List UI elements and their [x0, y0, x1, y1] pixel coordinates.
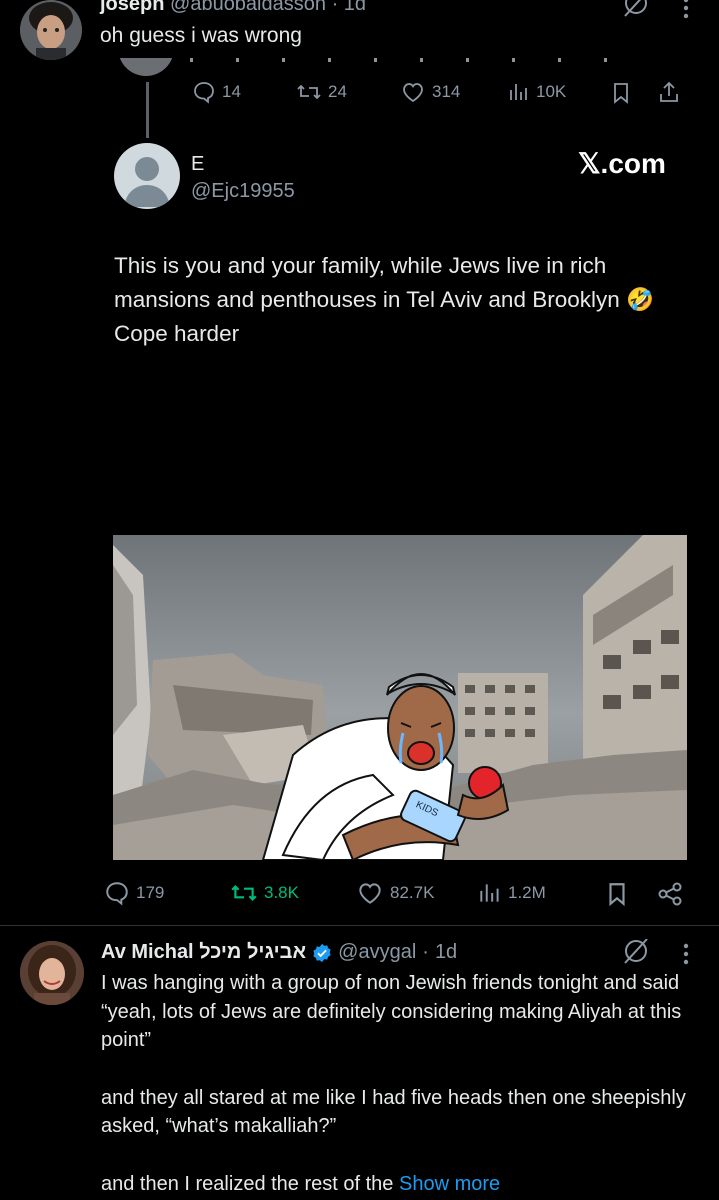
tweet2-paragraph-3-text: and then I realized the rest of the — [101, 1172, 394, 1195]
verified-icon — [313, 943, 331, 962]
tweet1-time[interactable]: 1d — [344, 0, 366, 15]
views-count: 10K — [536, 82, 567, 101]
quoted-author-name[interactable]: E — [191, 153, 204, 176]
quoted-text: This is you and your family, while Jews … — [114, 249, 684, 351]
grok-icon[interactable] — [620, 939, 652, 965]
bookmark-icon[interactable] — [608, 80, 634, 106]
tweet2-paragraph-3: and then I realized the rest of the Show… — [101, 1170, 709, 1199]
separator-dot: · — [422, 941, 429, 963]
avatar-joseph[interactable] — [20, 0, 82, 60]
tweet2-paragraph-2: and they all stared at me like I had fiv… — [101, 1086, 686, 1138]
cropped-avatar-fragment — [118, 58, 174, 76]
tweet1-author-name[interactable]: joseph — [100, 0, 164, 15]
share-icon[interactable] — [656, 79, 682, 105]
quoted-views-button[interactable]: 1.2M — [478, 880, 546, 906]
quoted-views-count: 1.2M — [508, 883, 546, 902]
tweet2-paragraph-1: I was hanging with a group of non Jewish… — [101, 972, 682, 1051]
more-icon[interactable] — [676, 0, 696, 20]
quoted-text-main: This is you and your family, while Jews … — [114, 253, 620, 312]
cropped-text-fragment — [190, 58, 610, 62]
bookmark-icon[interactable] — [604, 880, 630, 908]
avatar-default-e[interactable] — [114, 143, 180, 209]
reply-count: 14 — [222, 82, 241, 101]
show-more-link[interactable]: Show more — [399, 1173, 500, 1195]
like-count: 314 — [432, 82, 461, 101]
quoted-retweet-count: 3.8K — [264, 883, 299, 902]
views-icon — [510, 84, 527, 100]
reply-icon — [106, 882, 128, 906]
tweet2-handle[interactable]: @avygal — [338, 941, 416, 964]
tweet1-text: oh guess i was wrong — [100, 24, 302, 47]
quoted-like-count: 82.7K — [390, 883, 435, 902]
tweet1-handle[interactable]: @abuobaidasson — [170, 0, 326, 15]
like-icon — [403, 83, 423, 103]
tweet2-author-name[interactable]: Av Michal אביגיל מיכל — [101, 941, 306, 964]
quoted-like-button[interactable]: 82.7K — [356, 880, 434, 906]
tweet2-body: I was hanging with a group of non Jewish… — [101, 969, 709, 1198]
quoted-handle[interactable]: @Ejc19955 — [191, 180, 295, 203]
tweet2-time[interactable]: 1d — [435, 941, 457, 964]
retweet-icon — [297, 84, 321, 100]
grok-icon[interactable] — [620, 0, 652, 18]
quoted-retweet-button[interactable]: 3.8K — [230, 880, 299, 906]
share-network-icon[interactable] — [656, 880, 684, 908]
avatar-avmichal[interactable] — [20, 941, 84, 1005]
views-icon — [480, 884, 499, 902]
separator-dot: · — [331, 0, 339, 15]
reply-icon — [194, 82, 214, 104]
meme-image[interactable]: KIDS — [113, 535, 687, 860]
like-icon — [359, 883, 381, 904]
reply-button[interactable]: 14 — [192, 80, 241, 104]
thread-line — [146, 82, 149, 138]
retweet-icon — [231, 885, 257, 901]
retweet-count: 24 — [328, 82, 347, 101]
more-icon[interactable] — [676, 941, 696, 967]
tweet1-header: joseph @abuobaidasson · 1d — [100, 0, 366, 16]
quoted-reply-count: 179 — [136, 883, 165, 902]
tweet2-header: Av Michal אביגיל מיכל @avygal · 1d — [101, 941, 457, 964]
views-button[interactable]: 10K — [508, 80, 566, 104]
retweet-button[interactable]: 24 — [296, 80, 347, 104]
like-button[interactable]: 314 — [400, 80, 460, 104]
tweet-divider — [0, 925, 719, 926]
quoted-text-end: Cope harder — [114, 321, 240, 346]
quoted-reply-button[interactable]: 179 — [104, 880, 164, 906]
watermark-xcom: 𝕏.com — [578, 148, 666, 179]
laughing-emoji: 🤣 — [626, 287, 655, 312]
